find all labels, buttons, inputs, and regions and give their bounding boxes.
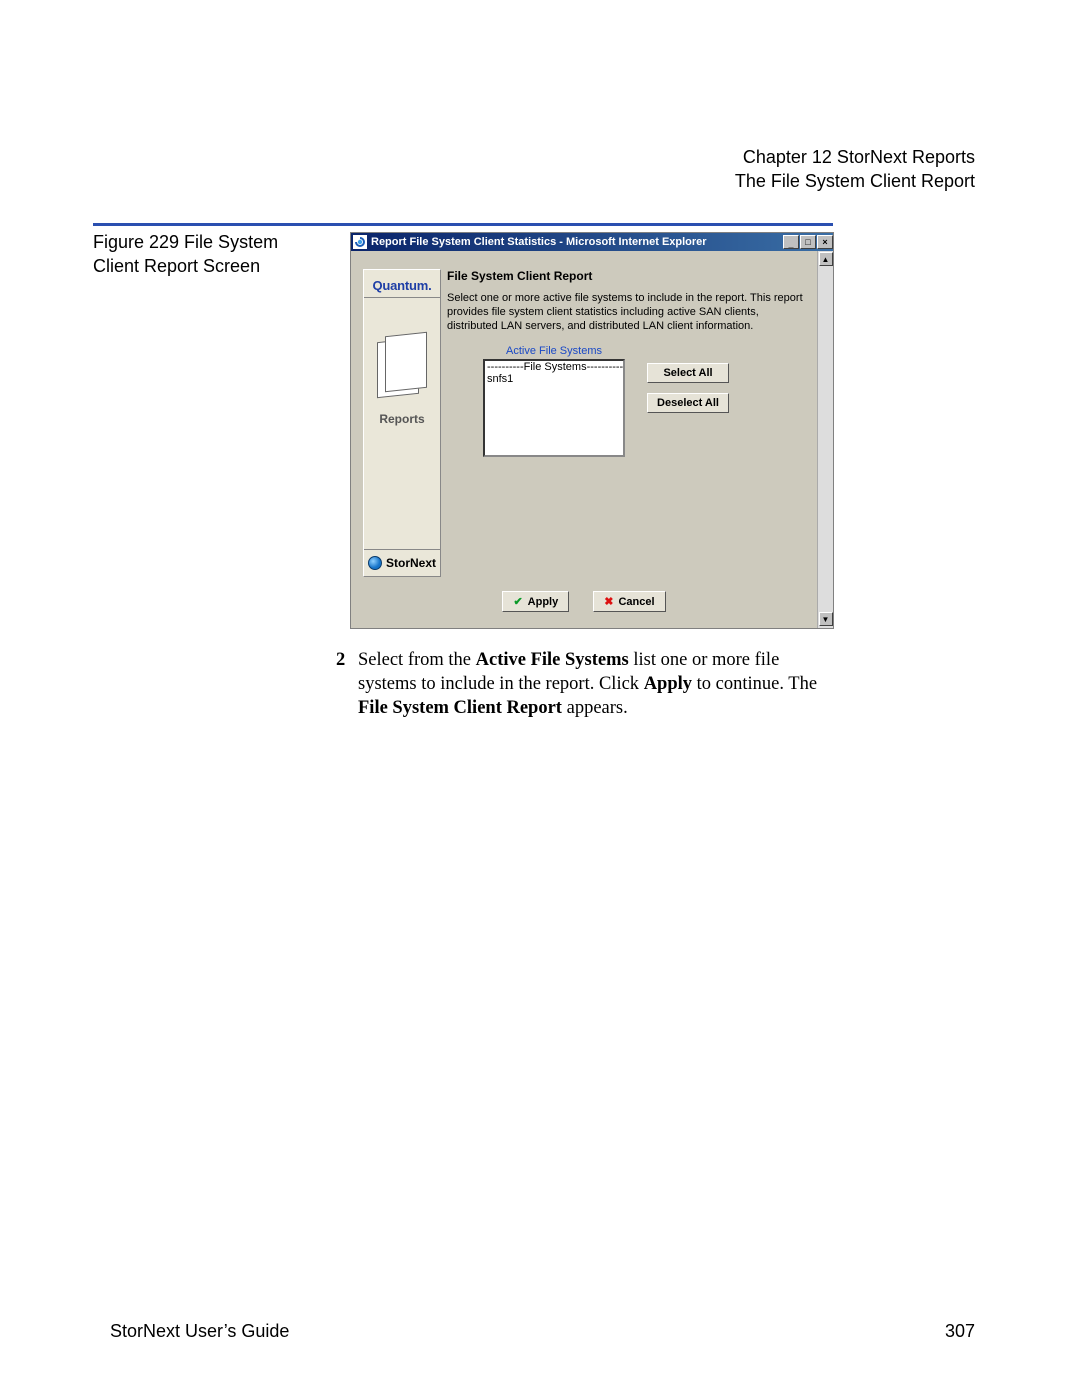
panel-description: Select one or more active file systems t… (447, 291, 805, 333)
ie-icon (353, 235, 367, 249)
reports-label: Reports (364, 412, 440, 426)
content-frame: Quantum. Reports StorNext File System Cl… (357, 257, 811, 622)
footer-guide: StorNext User’s Guide (110, 1321, 289, 1342)
deselect-all-button[interactable]: Deselect All (647, 393, 729, 413)
main-panel: File System Client Report Select one or … (447, 269, 805, 577)
list-area: Active File Systems ----------File Syste… (447, 345, 805, 457)
titlebar[interactable]: Report File System Client Statistics - M… (351, 233, 833, 251)
header-subtitle: The File System Client Report (735, 169, 975, 193)
apply-button[interactable]: ✔ Apply (502, 591, 569, 612)
vertical-scrollbar[interactable]: ▲ ▼ (817, 251, 833, 628)
rule-line (93, 223, 833, 226)
figure-caption: Figure 229 File System Client Report Scr… (93, 230, 323, 278)
chapter-line: Chapter 12 StorNext Reports (735, 145, 975, 169)
check-icon: ✔ (513, 595, 522, 608)
x-icon: ✖ (604, 595, 613, 608)
scroll-down-button[interactable]: ▼ (819, 612, 833, 626)
list-caption: Active File Systems (483, 345, 625, 357)
page-number: 307 (945, 1321, 975, 1342)
product-brand: StorNext (364, 549, 440, 570)
close-button[interactable]: × (817, 235, 833, 249)
brand-logo: Quantum. (364, 270, 440, 298)
client-area: ▲ ▼ Quantum. Reports StorNext File Sy (351, 251, 833, 628)
panel-title: File System Client Report (447, 269, 805, 283)
step-number: 2 (336, 648, 345, 672)
step-paragraph: Select from the Active File Systems list… (358, 648, 836, 720)
page-header: Chapter 12 StorNext Reports The File Sys… (735, 145, 975, 193)
list-header: ----------File Systems---------- (485, 361, 623, 373)
step-text: 2 Select from the Active File Systems li… (336, 648, 836, 720)
page: Chapter 12 StorNext Reports The File Sys… (0, 0, 1080, 1397)
scroll-up-button[interactable]: ▲ (819, 252, 833, 266)
file-systems-listbox[interactable]: ----------File Systems---------- snfs1 (483, 359, 625, 457)
product-label: StorNext (386, 556, 436, 570)
app-window: Report File System Client Statistics - M… (350, 232, 834, 629)
sidebar: Quantum. Reports StorNext (363, 269, 441, 577)
globe-icon (368, 556, 382, 570)
window-title: Report File System Client Statistics - M… (371, 236, 782, 248)
cancel-button[interactable]: ✖ Cancel (593, 591, 665, 612)
selection-buttons: Select All Deselect All (647, 363, 729, 413)
minimize-button[interactable]: _ (783, 235, 799, 249)
dialog-buttons: ✔ Apply ✖ Cancel (357, 591, 811, 612)
cancel-label: Cancel (618, 596, 654, 608)
apply-label: Apply (528, 596, 559, 608)
select-all-button[interactable]: Select All (647, 363, 729, 383)
maximize-button[interactable]: □ (800, 235, 816, 249)
window-controls: _ □ × (782, 235, 833, 249)
reports-icon (375, 334, 429, 404)
list-item[interactable]: snfs1 (485, 373, 623, 385)
